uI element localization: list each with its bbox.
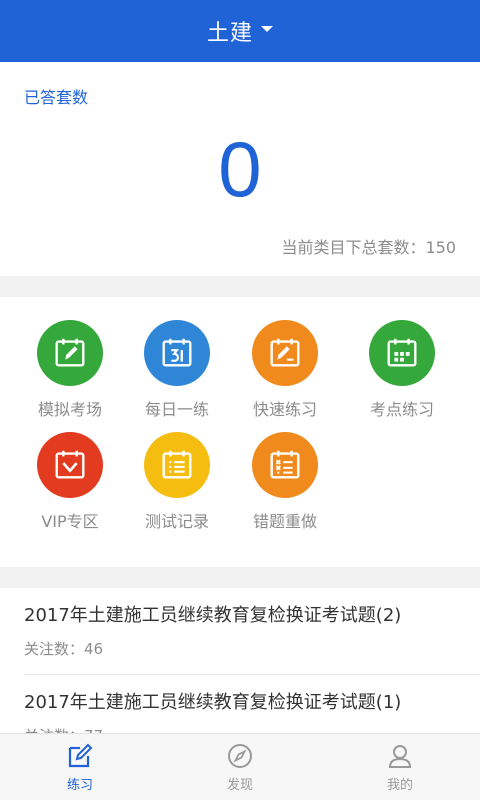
grid-item-quick-practice[interactable]: 快速练习 bbox=[230, 320, 340, 420]
grid-item-mock-exam[interactable]: 模拟考场 bbox=[15, 320, 125, 420]
test-records-icon-circle bbox=[144, 432, 210, 498]
grid-item-test-records[interactable]: 测试记录 bbox=[122, 432, 232, 532]
calendar-list-icon bbox=[162, 450, 192, 479]
daily-practice-icon-circle bbox=[144, 320, 210, 386]
calendar-check-icon bbox=[55, 450, 85, 479]
answered-stats-card: 已答套数 0 当前类目下总套数：150 bbox=[0, 62, 480, 276]
grid-item-daily-practice[interactable]: 每日一练 bbox=[122, 320, 232, 420]
top-bar: 土建 bbox=[0, 0, 480, 62]
grid-label: 每日一练 bbox=[144, 400, 209, 419]
exam-title: 2017年土建施工员继续教育复检换证考试题(1) bbox=[24, 692, 402, 713]
tab-label: 练习 bbox=[66, 777, 93, 793]
compass-icon bbox=[228, 743, 252, 768]
grid-label: 测试记录 bbox=[144, 512, 209, 531]
answered-label: 已答套数 bbox=[24, 88, 89, 107]
grid-item-redo-mistakes[interactable]: 错题重做 bbox=[230, 432, 340, 532]
calendar-x-list-icon bbox=[270, 450, 300, 479]
tab-discover[interactable]: 发现 bbox=[160, 734, 320, 800]
exam-title: 2017年土建施工员继续教育复检换证考试题(2) bbox=[24, 605, 402, 626]
exam-list: 2017年土建施工员继续教育复检换证考试题(2) 关注数：46 2017年土建施… bbox=[0, 588, 480, 733]
pencil-calendar-icon bbox=[55, 338, 85, 367]
category-title: 土建 bbox=[206, 21, 253, 46]
answered-count: 0 bbox=[218, 125, 262, 213]
grid-label: VIP专区 bbox=[41, 512, 99, 531]
follow-count: 关注数：46 bbox=[24, 640, 104, 658]
mock-exam-icon-circle bbox=[37, 320, 103, 386]
quick-practice-icon-circle bbox=[252, 320, 318, 386]
tab-practice[interactable]: 练习 bbox=[0, 734, 160, 800]
user-icon bbox=[388, 744, 412, 768]
app-screen: 土建 已答套数 0 当前类目下总套数：150 模拟考场 每日一练 快速练习 考点… bbox=[0, 0, 480, 800]
grid-item-topic-practice[interactable]: 考点练习 bbox=[347, 320, 457, 420]
redo-mistakes-icon-circle bbox=[252, 432, 318, 498]
topic-practice-icon-circle bbox=[369, 320, 435, 386]
tab-label: 发现 bbox=[226, 777, 253, 793]
grid-label: 考点练习 bbox=[369, 400, 434, 419]
follow-count: 关注数：77 bbox=[24, 725, 456, 733]
category-selector[interactable]: 土建 bbox=[207, 15, 273, 47]
calendar-grid-icon bbox=[387, 338, 417, 367]
caret-down-icon bbox=[261, 26, 273, 32]
grid-label: 模拟考场 bbox=[37, 400, 102, 419]
vip-zone-icon-circle bbox=[37, 432, 103, 498]
total-sets-text: 当前类目下总套数：150 bbox=[281, 238, 456, 257]
edit-icon bbox=[68, 743, 93, 767]
grid-item-vip-zone[interactable]: VIP专区 bbox=[15, 432, 125, 532]
list-item[interactable]: 2017年土建施工员继续教育复检换证考试题(2) 关注数：46 bbox=[0, 588, 480, 674]
feature-grid: 模拟考场 每日一练 快速练习 考点练习 VIP专区 测试记录 错题重做 bbox=[0, 297, 480, 567]
bottom-nav: 练习 发现 我的 bbox=[0, 733, 480, 800]
calendar-31-icon bbox=[162, 338, 192, 367]
list-item[interactable]: 2017年土建施工员继续教育复检换证考试题(1) 关注数：77 bbox=[24, 674, 480, 733]
grid-label: 快速练习 bbox=[252, 400, 317, 419]
tab-label: 我的 bbox=[386, 777, 413, 793]
tab-mine[interactable]: 我的 bbox=[320, 734, 480, 800]
pencil-calendar-icon bbox=[270, 338, 300, 367]
grid-label: 错题重做 bbox=[252, 512, 317, 531]
